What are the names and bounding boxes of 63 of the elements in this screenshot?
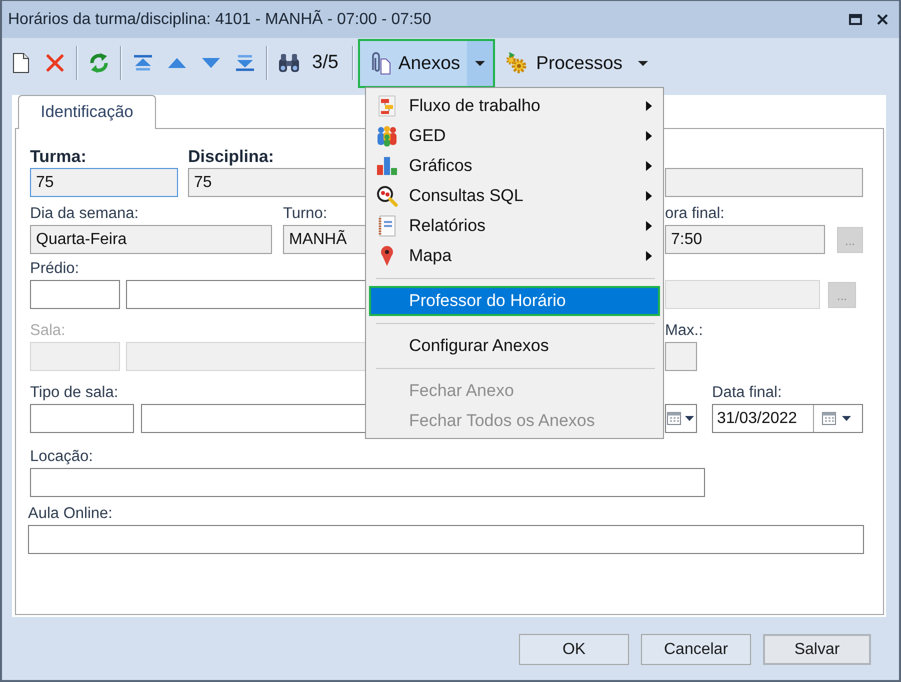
refresh-icon[interactable] xyxy=(89,52,109,74)
input-field[interactable] xyxy=(30,280,120,309)
window-title: Horários da turma/disciplina: 4101 - MANHÃ - 07:00 - 07:50 xyxy=(8,9,432,30)
record-counter: 3/5 xyxy=(312,50,338,75)
field-label: Data final: xyxy=(712,384,782,401)
caret-icon xyxy=(475,60,486,66)
field-label: Disciplina: xyxy=(188,148,274,165)
close-icon[interactable] xyxy=(877,14,888,25)
menu-button[interactable]: Anexos xyxy=(358,38,496,88)
dialog-button[interactable]: OK xyxy=(519,634,629,665)
menu-button[interactable]: Processos xyxy=(496,38,658,88)
dialog-button[interactable]: Salvar xyxy=(763,634,871,665)
field-label: Max.: xyxy=(665,322,703,339)
field-label: Prédio: xyxy=(30,260,80,277)
submenu-arrow-icon xyxy=(646,101,652,111)
input-field[interactable] xyxy=(30,404,134,433)
input-field[interactable]: 7:50 xyxy=(665,225,825,254)
field-label: Tipo de sala: xyxy=(30,384,118,401)
skip-to-top-icon[interactable] xyxy=(134,55,152,71)
menu-item[interactable]: Professor do Horário xyxy=(369,286,660,316)
input-field[interactable]: 75 xyxy=(30,168,178,197)
delete-icon[interactable] xyxy=(46,54,64,72)
submenu-arrow-icon xyxy=(646,131,652,141)
maximize-icon[interactable] xyxy=(849,14,862,25)
bar-chart-icon xyxy=(376,156,398,176)
submenu-arrow-icon xyxy=(646,161,652,171)
input-field[interactable] xyxy=(665,168,863,197)
up-triangle-icon[interactable] xyxy=(168,58,186,68)
field-label: Sala: xyxy=(30,322,66,339)
caret-icon xyxy=(842,416,851,421)
down-triangle-icon[interactable] xyxy=(202,58,220,68)
menu-item[interactable]: Configurar Anexos xyxy=(369,331,660,361)
date-field[interactable] xyxy=(665,404,697,433)
date-field[interactable]: 31/03/2022 xyxy=(712,404,863,433)
field-label: ora final: xyxy=(665,205,724,222)
field-label: Turno: xyxy=(283,205,328,222)
submenu-arrow-icon xyxy=(646,251,652,261)
menu-item[interactable]: GED xyxy=(369,121,660,151)
field-label: Turma: xyxy=(30,148,86,165)
dialog-button[interactable]: Cancelar xyxy=(641,634,751,665)
notepad-icon xyxy=(378,215,396,237)
new-document-icon[interactable] xyxy=(12,52,30,74)
caret-icon xyxy=(638,60,648,66)
map-pin-icon xyxy=(380,245,394,267)
input-field[interactable] xyxy=(30,468,705,497)
people-icon xyxy=(376,125,398,147)
calendar-icon xyxy=(667,411,682,426)
field-label: Locação: xyxy=(30,448,93,465)
submenu-arrow-icon xyxy=(646,191,652,201)
calendar-icon xyxy=(822,411,837,426)
input-field[interactable] xyxy=(665,342,697,371)
flowchart-icon xyxy=(377,95,397,117)
input-field[interactable] xyxy=(28,525,864,554)
submenu-arrow-icon xyxy=(646,221,652,231)
input-field[interactable]: Quarta-Feira xyxy=(30,225,272,254)
skip-to-bottom-icon[interactable] xyxy=(236,55,254,71)
field-label: Aula Online: xyxy=(28,505,112,522)
binoculars-icon[interactable] xyxy=(278,53,300,73)
tab[interactable]: Identificação xyxy=(18,95,156,129)
field-label: Dia da semana: xyxy=(30,205,139,222)
magnifier-icon xyxy=(376,185,398,207)
caret-icon xyxy=(685,416,694,421)
menu-item[interactable]: Fluxo de trabalho xyxy=(369,91,660,121)
